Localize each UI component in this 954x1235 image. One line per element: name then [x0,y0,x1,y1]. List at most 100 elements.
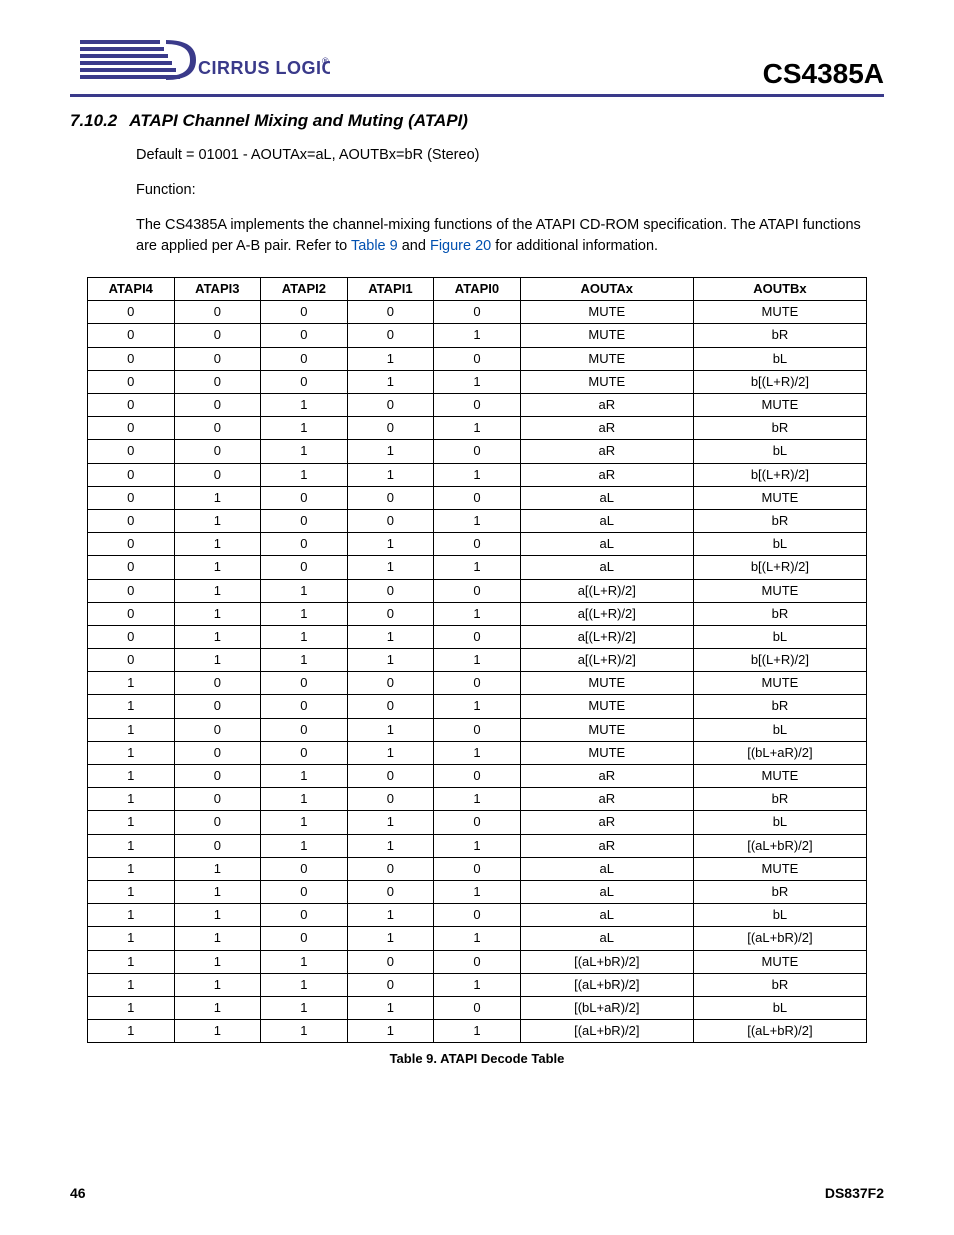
table-cell: 0 [88,509,175,532]
table-cell: 1 [88,973,175,996]
table-cell: 0 [347,579,434,602]
table-cell: 0 [261,324,348,347]
table-cell: 1 [261,788,348,811]
table-cell: 1 [434,927,521,950]
table-row: 01000aLMUTE [88,486,867,509]
table-cell: 1 [434,417,521,440]
table-cell: 1 [261,811,348,834]
table-row: 10100aRMUTE [88,765,867,788]
table-cell: 1 [174,579,261,602]
table-cell: b[(L+R)/2] [693,463,866,486]
default-line: Default = 01001 - AOUTAx=aL, AOUTBx=bR (… [136,145,884,166]
table-cell: 0 [174,347,261,370]
table-cell: 0 [88,347,175,370]
col-atapi4: ATAPI4 [88,278,175,301]
table-cell: aL [520,509,693,532]
table-cell: 0 [347,880,434,903]
table-cell: 1 [261,834,348,857]
table-row: 01001aLbR [88,509,867,532]
table-cell: 0 [434,672,521,695]
table-cell: 1 [174,625,261,648]
table-cell: bR [693,695,866,718]
table-row: 10101aRbR [88,788,867,811]
table-row: 01110a[(L+R)/2]bL [88,625,867,648]
link-table-9[interactable]: Table 9 [351,238,398,254]
table-cell: 1 [434,463,521,486]
table-cell: 0 [261,370,348,393]
table-row: 11001aLbR [88,880,867,903]
table-cell: aL [520,556,693,579]
table-row: 11101[(aL+bR)/2]bR [88,973,867,996]
table-cell: MUTE [520,695,693,718]
table-cell: 0 [261,672,348,695]
table-cell: 1 [174,950,261,973]
table-cell: 1 [434,973,521,996]
table-cell: 0 [174,394,261,417]
table-cell: 0 [434,765,521,788]
table-cell: 1 [174,996,261,1019]
table-cell: 0 [434,440,521,463]
table-cell: 0 [434,625,521,648]
table-cell: 1 [88,788,175,811]
table-cell: 0 [174,788,261,811]
table-cell: 1 [434,1020,521,1043]
table-cell: 0 [88,463,175,486]
table-cell: MUTE [693,857,866,880]
table-cell: 0 [174,741,261,764]
table-cell: [(aL+bR)/2] [693,1020,866,1043]
svg-text:CIRRUS LOGIC: CIRRUS LOGIC [198,58,330,78]
table-cell: 1 [261,463,348,486]
cirrus-logic-logo-icon: CIRRUS LOGIC ® [70,30,330,90]
table-cell: MUTE [693,394,866,417]
table-cell: aL [520,927,693,950]
table-cell: 0 [174,417,261,440]
table-row: 01011aLb[(L+R)/2] [88,556,867,579]
table-row: 11000aLMUTE [88,857,867,880]
table-cell: 0 [261,695,348,718]
table-cell: 1 [174,904,261,927]
table-cell: 0 [347,788,434,811]
table-cell: 1 [174,556,261,579]
table-cell: MUTE [520,347,693,370]
table-cell: 0 [88,625,175,648]
table-cell: 0 [434,950,521,973]
table-cell: 0 [174,765,261,788]
table-cell: 0 [174,301,261,324]
table-cell: 1 [347,1020,434,1043]
table-cell: 1 [261,765,348,788]
table-row: 00011MUTEb[(L+R)/2] [88,370,867,393]
table-cell: MUTE [520,324,693,347]
table-cell: 1 [347,625,434,648]
table-cell: aR [520,394,693,417]
table-row: 11110[(bL+aR)/2]bL [88,996,867,1019]
table-cell: 0 [434,857,521,880]
table-cell: 1 [174,1020,261,1043]
table-cell: 1 [347,440,434,463]
table-cell: 1 [434,788,521,811]
table-row: 01100a[(L+R)/2]MUTE [88,579,867,602]
table-cell: bR [693,324,866,347]
table-cell: 0 [347,509,434,532]
table-cell: 0 [88,602,175,625]
table-cell: 0 [88,556,175,579]
table-cell: 0 [261,857,348,880]
table-row: 10010MUTEbL [88,718,867,741]
table-cell: 1 [347,463,434,486]
section-body: Default = 01001 - AOUTAx=aL, AOUTBx=bR (… [70,145,884,257]
table-cell: MUTE [693,950,866,973]
table-cell: aR [520,765,693,788]
table-cell: bL [693,347,866,370]
table-cell: 1 [434,880,521,903]
table-cell: MUTE [693,765,866,788]
link-figure-20[interactable]: Figure 20 [430,238,491,254]
page-footer: 46 DS837F2 [70,1185,884,1201]
table-cell: 1 [261,649,348,672]
page-header: CIRRUS LOGIC ® CS4385A [70,30,884,97]
table-cell: 0 [261,904,348,927]
table-cell: 1 [88,741,175,764]
table-cell: aR [520,811,693,834]
table-cell: 1 [174,509,261,532]
table-cell: 0 [174,672,261,695]
table-cell: bL [693,625,866,648]
table-row: 00000MUTEMUTE [88,301,867,324]
